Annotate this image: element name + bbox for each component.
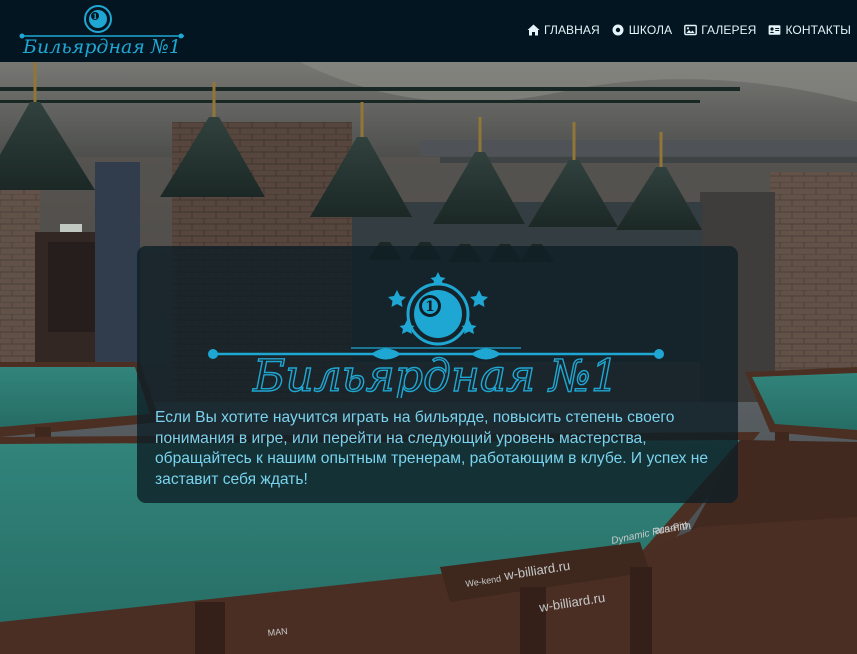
main-nav: ГЛАВНАЯ ШКОЛА ГАЛЕРЕЯ КОНТАКТЫ <box>527 21 851 39</box>
top-navbar: 1 Бильярдная №1 ГЛАВНАЯ ШКОЛА ГАЛЕРЕЯ КО… <box>0 0 857 62</box>
nav-label-gallery: ГАЛЕРЕЯ <box>701 23 757 37</box>
nav-item-home[interactable]: ГЛАВНАЯ <box>527 23 600 37</box>
nav-item-contacts[interactable]: КОНТАКТЫ <box>768 23 851 37</box>
home-icon <box>527 24 540 36</box>
hero-emblem-number: 1 <box>425 299 435 315</box>
contact-card-icon <box>769 25 781 35</box>
brand-logo[interactable]: 1 Бильярдная №1 <box>18 2 188 60</box>
hero-logo: 1 Бильярдная №1 <box>208 272 664 398</box>
hero-logo-text: Бильярдная №1 <box>252 351 619 398</box>
hero-description: Если Вы хотите научится играть на бильяр… <box>155 409 709 488</box>
brand-logo-graphic: 1 Бильярдная №1 <box>19 5 184 58</box>
nav-label-home: ГЛАВНАЯ <box>544 23 600 37</box>
image-icon <box>684 24 698 36</box>
nav-item-gallery[interactable]: ГАЛЕРЕЯ <box>684 23 756 37</box>
hero-info-card: 1 Бильярдная №1 Если Вы хотите научится … <box>137 246 738 503</box>
record-icon <box>612 24 624 36</box>
brand-emblem-number: 1 <box>93 12 98 21</box>
nav-label-contacts: КОНТАКТЫ <box>785 23 851 37</box>
brand-logo-text: Бильярдная №1 <box>22 36 181 58</box>
nav-item-school[interactable]: ШКОЛА <box>612 23 672 37</box>
nav-label-school: ШКОЛА <box>628 23 673 37</box>
